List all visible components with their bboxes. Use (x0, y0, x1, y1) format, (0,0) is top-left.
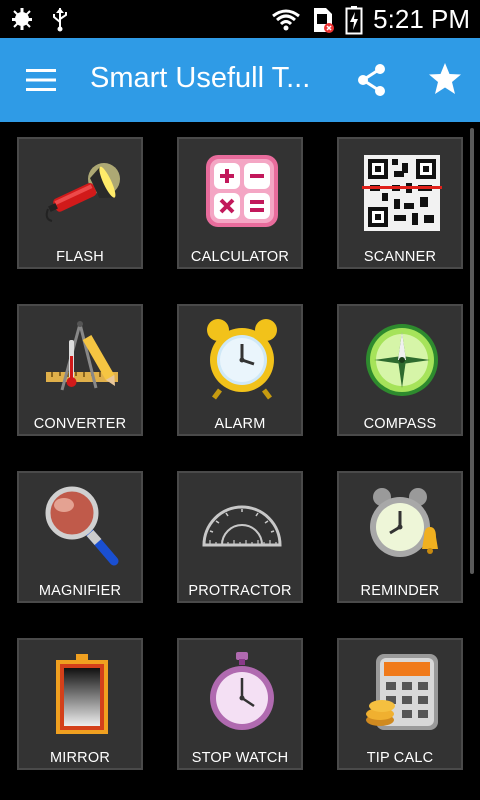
star-icon[interactable] (426, 60, 464, 98)
status-left-icons (8, 6, 70, 32)
tool-tile-protractor[interactable]: PROTRACTOR (177, 471, 303, 603)
battery-charging-icon (345, 5, 363, 34)
tool-tile-magnifier[interactable]: MAGNIFIER (17, 471, 143, 603)
usb-icon (53, 8, 67, 32)
tool-label: STOP WATCH (191, 750, 289, 766)
tool-label: MIRROR (49, 750, 110, 766)
tool-label: TIP CALC (366, 750, 434, 766)
stopwatch-icon (210, 652, 274, 730)
qr-scanner-icon (362, 155, 442, 231)
tool-label: REMINDER (360, 583, 440, 599)
calculator-icon (206, 155, 278, 227)
reminder-clock-icon (370, 488, 438, 557)
status-bar: 5:21 PM (0, 0, 480, 38)
app-title: Smart Usefull T... (90, 62, 311, 94)
flashlight-icon (45, 163, 120, 222)
menu-icon[interactable] (24, 66, 58, 94)
android-debug-icon (12, 8, 32, 30)
tool-label: SCANNER (363, 249, 437, 265)
tool-label: ALARM (214, 416, 266, 432)
tool-tile-reminder[interactable]: REMINDER (337, 471, 463, 603)
clock-time: 5:21 PM (373, 4, 470, 34)
compass-icon (366, 324, 438, 396)
tool-tile-flash[interactable]: FLASH (17, 137, 143, 269)
tool-label: MAGNIFIER (38, 583, 122, 599)
scrollbar-thumb[interactable] (470, 128, 474, 574)
wifi-icon (272, 9, 301, 30)
no-sim-icon (314, 7, 335, 33)
tool-tile-scanner[interactable]: SCANNER (337, 137, 463, 269)
tool-tile-alarm[interactable]: ALARM (177, 304, 303, 436)
tool-label: CONVERTER (33, 416, 127, 432)
converter-tools-icon (46, 321, 118, 391)
mirror-icon (56, 654, 108, 734)
tool-tile-calculator[interactable]: CALCULATOR (177, 137, 303, 269)
tool-label: COMPASS (363, 416, 437, 432)
tool-tile-compass[interactable]: COMPASS (337, 304, 463, 436)
tool-label: FLASH (56, 249, 104, 265)
app-bar: Smart Usefull T... (0, 38, 480, 122)
tool-label: CALCULATOR (190, 249, 290, 265)
status-right-icons: 5:21 PM (271, 4, 470, 35)
alarm-clock-icon (207, 319, 277, 400)
tool-tile-stop-watch[interactable]: STOP WATCH (177, 638, 303, 770)
share-icon[interactable] (354, 62, 390, 98)
magnifier-icon (45, 486, 119, 566)
tool-tile-mirror[interactable]: MIRROR (17, 638, 143, 770)
protractor-icon (202, 505, 282, 547)
tool-tile-tip-calc[interactable]: TIP CALC (337, 638, 463, 770)
tip-calculator-icon (366, 654, 438, 730)
tool-label: PROTRACTOR (188, 583, 292, 599)
tool-tile-converter[interactable]: CONVERTER (17, 304, 143, 436)
tools-grid: FLASH CALCULATOR SCANNER CONVERTER ALARM… (0, 122, 480, 800)
